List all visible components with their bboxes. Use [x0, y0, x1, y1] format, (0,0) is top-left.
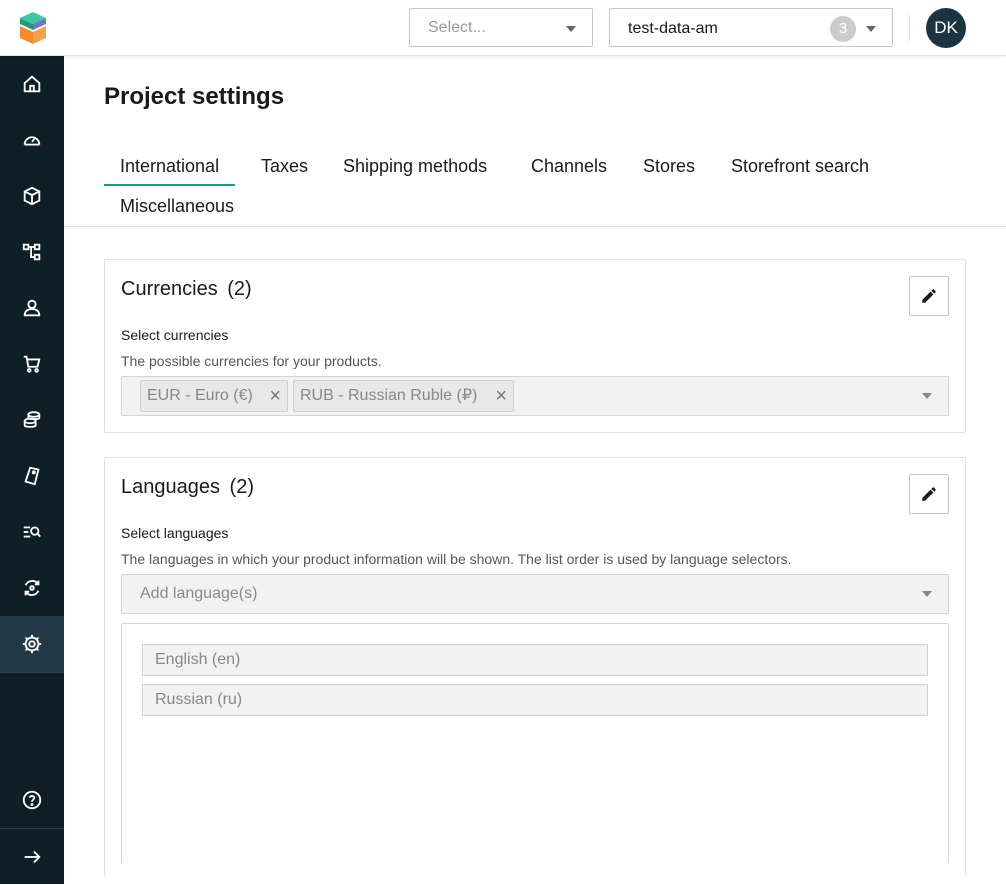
- tab-miscellaneous[interactable]: Miscellaneous: [104, 186, 250, 226]
- sidebar-item-products[interactable]: [0, 168, 64, 224]
- chevron-down-icon: [566, 26, 576, 32]
- language-list-item[interactable]: English (en): [142, 644, 928, 676]
- sidebar: [0, 56, 64, 884]
- discount-tag-icon: [24, 466, 40, 486]
- main-content: Project settings International Taxes Shi…: [64, 56, 1006, 884]
- environment-select-value: test-data-am: [628, 20, 718, 37]
- sidebar-item-settings[interactable]: [0, 616, 64, 672]
- sidebar-item-categories[interactable]: [0, 224, 64, 280]
- project-select[interactable]: Select...: [409, 8, 593, 47]
- languages-multiselect[interactable]: Add language(s): [121, 574, 949, 614]
- currency-chip-label: RUB - Russian Ruble (₽): [300, 387, 478, 404]
- currencies-description: The possible currencies for your product…: [121, 353, 382, 369]
- sidebar-expand-button[interactable]: [0, 829, 64, 885]
- tab-international[interactable]: International: [104, 146, 236, 186]
- coins-stack-icon: [23, 411, 41, 428]
- arrow-right-icon: [24, 850, 41, 864]
- currencies-title-text: Currencies: [121, 278, 218, 300]
- pencil-icon: [922, 289, 936, 303]
- tab-shipping-methods[interactable]: Shipping methods: [327, 146, 503, 186]
- chevron-down-icon: [866, 26, 876, 32]
- home-icon: [23, 75, 41, 93]
- select-currencies-label: Select currencies: [121, 327, 229, 343]
- topbar-divider: [909, 14, 910, 42]
- currencies-card: Currencies (2) Select currencies The pos…: [104, 259, 966, 433]
- languages-card: Languages (2) Select languages The langu…: [104, 457, 966, 877]
- project-select-placeholder: Select...: [428, 19, 486, 36]
- languages-title-text: Languages: [121, 476, 220, 498]
- sidebar-item-dashboard[interactable]: [0, 56, 64, 112]
- user-avatar[interactable]: DK: [926, 8, 966, 48]
- tabs-divider: [64, 226, 1006, 227]
- sidebar-item-discounts[interactable]: [0, 448, 64, 504]
- sync-icon: [24, 580, 40, 596]
- help-icon: [22, 790, 42, 810]
- project-count-badge: 3: [830, 16, 856, 42]
- tab-taxes[interactable]: Taxes: [245, 146, 324, 186]
- currencies-multiselect[interactable]: EUR - Euro (€) × RUB - Russian Ruble (₽)…: [121, 376, 949, 416]
- tab-channels[interactable]: Channels: [515, 146, 623, 186]
- sidebar-item-operations[interactable]: [0, 560, 64, 616]
- sidebar-item-search[interactable]: [0, 504, 64, 560]
- currency-chip-label: EUR - Euro (€): [147, 387, 253, 404]
- language-list-item[interactable]: Russian (ru): [142, 684, 928, 716]
- sidebar-divider: [0, 672, 64, 673]
- sidebar-item-help[interactable]: [0, 772, 64, 828]
- language-order-list: English (en) Russian (ru): [121, 623, 949, 863]
- edit-languages-button[interactable]: [909, 474, 949, 514]
- merchant-center-logo-icon[interactable]: [18, 12, 48, 44]
- currency-chip: EUR - Euro (€) ×: [140, 380, 288, 412]
- environment-select[interactable]: test-data-am 3: [609, 8, 893, 47]
- languages-title: Languages (2): [121, 476, 254, 499]
- chevron-down-icon: [922, 393, 932, 399]
- currencies-title: Currencies (2): [121, 278, 252, 301]
- gear-icon: [22, 634, 42, 654]
- edit-currencies-button[interactable]: [909, 276, 949, 316]
- chevron-down-icon: [922, 591, 932, 597]
- dashboard-gauge-icon: [23, 136, 41, 146]
- list-search-icon: [23, 526, 41, 538]
- sidebar-item-overview[interactable]: [0, 112, 64, 168]
- top-bar: Select... test-data-am 3 DK: [0, 0, 1006, 56]
- box-icon: [23, 186, 41, 206]
- user-icon: [23, 299, 41, 317]
- currency-chip: RUB - Russian Ruble (₽) ×: [293, 380, 514, 412]
- tree-structure-icon: [22, 243, 41, 261]
- languages-description: The languages in which your product info…: [121, 551, 792, 567]
- pencil-icon: [922, 487, 936, 501]
- languages-count: (2): [229, 476, 254, 498]
- select-languages-label: Select languages: [121, 525, 229, 541]
- sidebar-item-customers[interactable]: [0, 280, 64, 336]
- tab-storefront-search[interactable]: Storefront search: [715, 146, 885, 186]
- tab-stores[interactable]: Stores: [627, 146, 711, 186]
- sidebar-item-pricing[interactable]: [0, 392, 64, 448]
- sidebar-item-orders[interactable]: [0, 336, 64, 392]
- currencies-count: (2): [227, 278, 252, 300]
- add-language-placeholder: Add language(s): [140, 585, 258, 602]
- close-icon[interactable]: ×: [495, 381, 507, 411]
- page-title: Project settings: [104, 83, 285, 110]
- cart-icon: [23, 355, 41, 373]
- close-icon[interactable]: ×: [269, 381, 281, 411]
